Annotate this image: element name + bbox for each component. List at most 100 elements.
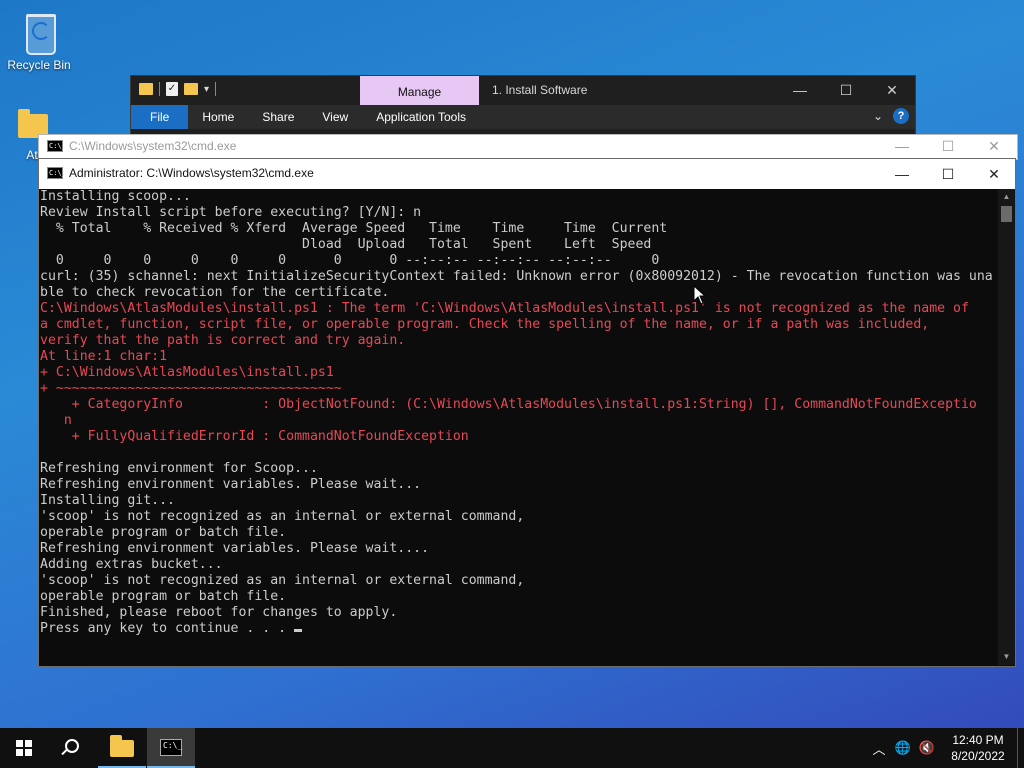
folder-icon[interactable] — [139, 83, 153, 95]
desktop-icon-recycle-bin[interactable]: Recycle Bin — [3, 8, 75, 72]
file-explorer-window[interactable]: ✓ ▾ Manage 1. Install Software — ☐ ✕ Fil… — [130, 75, 916, 137]
close-icon[interactable]: ✕ — [971, 159, 1017, 189]
maximize-icon[interactable]: ☐ — [925, 132, 971, 161]
tab-application-tools[interactable]: Application Tools — [362, 105, 480, 129]
maximize-icon[interactable]: ☐ — [823, 76, 869, 105]
search-button[interactable] — [48, 728, 96, 768]
close-icon[interactable]: ✕ — [869, 76, 915, 105]
console-line: 0 0 0 0 0 0 0 0 --:--:-- --:--:-- --:--:… — [40, 253, 998, 269]
console-line: At line:1 char:1 — [40, 349, 998, 365]
clock-time: 12:40 PM — [952, 733, 1004, 747]
cmd-window[interactable]: C:\_ Administrator: C:\Windows\system32\… — [38, 158, 1016, 667]
minimize-icon[interactable]: — — [879, 159, 925, 189]
console-line: Finished, please reboot for changes to a… — [40, 605, 998, 621]
console-line: Press any key to continue . . . — [40, 621, 998, 637]
cmd-title-bar[interactable]: C:\_ Administrator: C:\Windows\system32\… — [39, 159, 1015, 189]
vertical-scrollbar[interactable]: ▲ ▼ — [998, 189, 1015, 665]
console-line-text: 'scoop' is not recognized as an internal… — [40, 573, 525, 588]
folder-icon — [110, 735, 134, 757]
console-line-text: Review Install script before executing? … — [40, 205, 422, 220]
tab-home[interactable]: Home — [188, 105, 248, 129]
console-line-text: curl: (35) schannel: next InitializeSecu… — [40, 269, 993, 284]
tab-file[interactable]: File — [131, 105, 189, 129]
taskbar-file-explorer[interactable] — [98, 728, 146, 768]
console-line-text: n — [40, 413, 72, 428]
show-desktop-button[interactable] — [1017, 728, 1024, 768]
console-line: verify that the path is correct and try … — [40, 333, 998, 349]
console-line: n — [40, 413, 998, 429]
volume-muted-icon[interactable]: 🔇 — [915, 740, 939, 756]
cmd-window-title: Administrator: C:\Windows\system32\cmd.e… — [69, 166, 314, 180]
console-line: Refreshing environment variables. Please… — [40, 541, 998, 557]
console-line: Dload Upload Total Spent Left Speed — [40, 237, 998, 253]
tab-manage[interactable]: Manage — [360, 76, 479, 105]
console-line-text: Press any key to continue . . . — [40, 621, 295, 636]
console-line-text: Adding extras bucket... — [40, 557, 223, 572]
cmd-window-background[interactable]: C:\_ C:\Windows\system32\cmd.exe — ☐ ✕ — [38, 134, 1018, 160]
scroll-down-icon[interactable]: ▼ — [998, 649, 1015, 665]
console-line: + FullyQualifiedErrorId : CommandNotFoun… — [40, 429, 998, 445]
console-line: + ~~~~~~~~~~~~~~~~~~~~~~~~~~~~~~~~~~~~ — [40, 381, 998, 397]
text-cursor — [294, 629, 303, 632]
console-line-text: Finished, please reboot for changes to a… — [40, 605, 398, 620]
console-line: Installing git... — [40, 493, 998, 509]
scrollbar-thumb[interactable] — [1001, 206, 1012, 222]
console-output[interactable]: Installing scoop... Review Install script… — [40, 189, 998, 665]
console-line: Refreshing environment for Scoop... — [40, 461, 998, 477]
console-line-text: Refreshing environment for Scoop... — [40, 461, 318, 476]
console-line-text: verify that the path is correct and try … — [40, 333, 406, 348]
tab-view[interactable]: View — [308, 105, 362, 129]
tab-share[interactable]: Share — [248, 105, 308, 129]
desktop-icon-label: Recycle Bin — [7, 58, 71, 72]
console-line-text: + ~~~~~~~~~~~~~~~~~~~~~~~~~~~~~~~~~~~~ — [40, 381, 342, 396]
console-line: Review Install script before executing? … — [40, 205, 998, 221]
console-line-text: + CategoryInfo : ObjectNotFound: (C:\Win… — [40, 397, 977, 412]
cmd-back-title: C:\Windows\system32\cmd.exe — [69, 139, 237, 153]
close-icon[interactable]: ✕ — [971, 132, 1017, 161]
taskbar: C:\_ ︿ 🌐 🔇 12:40 PM 8/20/2022 — [0, 728, 1024, 768]
console-line: a cmdlet, function, script file, or oper… — [40, 317, 998, 333]
console-line-text: 'scoop' is not recognized as an internal… — [40, 509, 525, 524]
quick-access-toolbar: ✓ ▾ — [139, 82, 217, 96]
console-line: 'scoop' is not recognized as an internal… — [40, 509, 998, 525]
minimize-icon[interactable]: — — [777, 76, 823, 105]
console-line-text: Refreshing environment variables. Please… — [40, 477, 422, 492]
console-line-text: a cmdlet, function, script file, or oper… — [40, 317, 930, 332]
scroll-up-icon[interactable]: ▲ — [998, 189, 1015, 205]
taskbar-command-prompt[interactable]: C:\_ — [147, 728, 195, 768]
start-button[interactable] — [0, 728, 48, 768]
chevron-up-icon[interactable]: ︿ — [867, 739, 891, 758]
console-line: Refreshing environment variables. Please… — [40, 477, 998, 493]
explorer-window-title: 1. Install Software — [492, 83, 588, 97]
console-line: 'scoop' is not recognized as an internal… — [40, 573, 998, 589]
console-line-text: C:\Windows\AtlasModules\install.ps1 : Th… — [40, 301, 969, 316]
console-line: operable program or batch file. — [40, 525, 998, 541]
console-line: operable program or batch file. — [40, 589, 998, 605]
console-line-text: Installing scoop... — [40, 189, 191, 204]
console-line: + CategoryInfo : ObjectNotFound: (C:\Win… — [40, 397, 998, 413]
globe-icon[interactable]: 🌐 — [891, 740, 915, 756]
console-line: Installing scoop... — [40, 189, 998, 205]
console-line-text: operable program or batch file. — [40, 525, 287, 540]
properties-icon[interactable]: ✓ — [166, 82, 178, 96]
console-line: + C:\Windows\AtlasModules\install.ps1 — [40, 365, 998, 381]
console-line-text: Installing git... — [40, 493, 175, 508]
customize-toolbar-icon[interactable]: ▾ — [204, 84, 209, 95]
console-line-text: % Total % Received % Xferd Average Speed… — [40, 221, 668, 236]
help-icon[interactable]: ? — [893, 108, 909, 124]
clock-date: 8/20/2022 — [951, 749, 1005, 763]
console-line-text: operable program or batch file. — [40, 589, 287, 604]
explorer-title-bar[interactable]: ✓ ▾ Manage 1. Install Software — ☐ ✕ — [131, 76, 915, 105]
console-line-text: + C:\Windows\AtlasModules\install.ps1 — [40, 365, 334, 380]
minimize-icon[interactable]: — — [879, 132, 925, 161]
console-line: C:\Windows\AtlasModules\install.ps1 : Th… — [40, 301, 998, 317]
maximize-icon[interactable]: ☐ — [925, 159, 971, 189]
clock[interactable]: 12:40 PM 8/20/2022 — [939, 732, 1017, 764]
cmd-icon: C:\_ — [160, 739, 182, 756]
console-line-text: Dload Upload Total Spent Left Speed — [40, 237, 652, 252]
cmd-icon: C:\_ — [47, 140, 66, 152]
console-line-text: + FullyQualifiedErrorId : CommandNotFoun… — [40, 429, 469, 444]
expand-ribbon-icon[interactable]: ⌄ — [873, 109, 883, 123]
new-folder-icon[interactable] — [184, 83, 198, 95]
